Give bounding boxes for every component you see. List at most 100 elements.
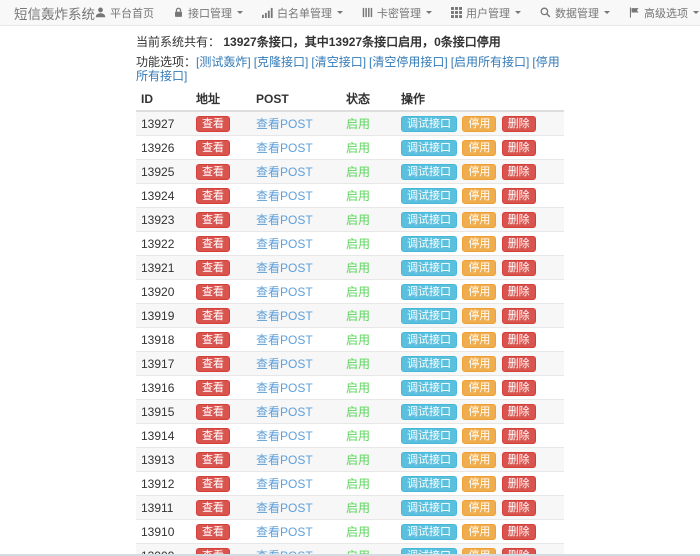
delete-button[interactable]: 删除 <box>502 116 536 132</box>
disable-button[interactable]: 停用 <box>462 476 496 492</box>
view-address-button[interactable]: 查看 <box>196 524 230 540</box>
delete-button[interactable]: 删除 <box>502 428 536 444</box>
view-address-button[interactable]: 查看 <box>196 380 230 396</box>
disable-button[interactable]: 停用 <box>462 212 496 228</box>
view-post-link[interactable]: 查看POST <box>256 237 313 251</box>
debug-api-button[interactable]: 调试接口 <box>401 500 457 516</box>
view-post-link[interactable]: 查看POST <box>256 405 313 419</box>
view-address-button[interactable]: 查看 <box>196 212 230 228</box>
test-bomb-link[interactable]: [测试轰炸] <box>196 55 251 69</box>
debug-api-button[interactable]: 调试接口 <box>401 260 457 276</box>
nav-item-api-management[interactable]: 接口管理 <box>173 5 243 21</box>
view-post-link[interactable]: 查看POST <box>256 525 313 539</box>
clone-api-link[interactable]: [克隆接口] <box>254 55 309 69</box>
debug-api-button[interactable]: 调试接口 <box>401 404 457 420</box>
view-address-button[interactable]: 查看 <box>196 116 230 132</box>
delete-button[interactable]: 删除 <box>502 140 536 156</box>
delete-button[interactable]: 删除 <box>502 188 536 204</box>
disable-button[interactable]: 停用 <box>462 116 496 132</box>
view-address-button[interactable]: 查看 <box>196 452 230 468</box>
view-post-link[interactable]: 查看POST <box>256 453 313 467</box>
delete-button[interactable]: 删除 <box>502 164 536 180</box>
nav-item-home[interactable]: 平台首页 <box>95 5 154 21</box>
debug-api-button[interactable]: 调试接口 <box>401 284 457 300</box>
debug-api-button[interactable]: 调试接口 <box>401 164 457 180</box>
nav-item-advanced-options[interactable]: 高级选项 <box>629 5 699 21</box>
view-post-link[interactable]: 查看POST <box>256 189 313 203</box>
delete-button[interactable]: 删除 <box>502 236 536 252</box>
view-post-link[interactable]: 查看POST <box>256 429 313 443</box>
disable-button[interactable]: 停用 <box>462 308 496 324</box>
disable-button[interactable]: 停用 <box>462 332 496 348</box>
view-post-link[interactable]: 查看POST <box>256 141 313 155</box>
view-post-link[interactable]: 查看POST <box>256 381 313 395</box>
delete-button[interactable]: 删除 <box>502 524 536 540</box>
nav-item-data-management[interactable]: 数据管理 <box>540 5 610 21</box>
delete-button[interactable]: 删除 <box>502 308 536 324</box>
disable-button[interactable]: 停用 <box>462 500 496 516</box>
disable-button[interactable]: 停用 <box>462 164 496 180</box>
view-address-button[interactable]: 查看 <box>196 500 230 516</box>
view-post-link[interactable]: 查看POST <box>256 333 313 347</box>
view-address-button[interactable]: 查看 <box>196 236 230 252</box>
delete-button[interactable]: 删除 <box>502 260 536 276</box>
disable-button[interactable]: 停用 <box>462 260 496 276</box>
view-address-button[interactable]: 查看 <box>196 476 230 492</box>
disable-button[interactable]: 停用 <box>462 524 496 540</box>
delete-button[interactable]: 删除 <box>502 332 536 348</box>
disable-button[interactable]: 停用 <box>462 284 496 300</box>
debug-api-button[interactable]: 调试接口 <box>401 212 457 228</box>
view-address-button[interactable]: 查看 <box>196 332 230 348</box>
disable-button[interactable]: 停用 <box>462 428 496 444</box>
debug-api-button[interactable]: 调试接口 <box>401 428 457 444</box>
disable-button[interactable]: 停用 <box>462 140 496 156</box>
view-address-button[interactable]: 查看 <box>196 188 230 204</box>
nav-item-user-management[interactable]: 用户管理 <box>451 5 521 21</box>
delete-button[interactable]: 删除 <box>502 476 536 492</box>
clear-api-link[interactable]: [清空接口] <box>311 55 366 69</box>
debug-api-button[interactable]: 调试接口 <box>401 452 457 468</box>
view-post-link[interactable]: 查看POST <box>256 501 313 515</box>
nav-item-card-key-management[interactable]: 卡密管理 <box>362 5 432 21</box>
delete-button[interactable]: 删除 <box>502 500 536 516</box>
delete-button[interactable]: 删除 <box>502 404 536 420</box>
debug-api-button[interactable]: 调试接口 <box>401 308 457 324</box>
delete-button[interactable]: 删除 <box>502 452 536 468</box>
nav-item-whitelist-management[interactable]: 白名单管理 <box>262 5 343 21</box>
disable-button[interactable]: 停用 <box>462 188 496 204</box>
enable-all-api-link[interactable]: [启用所有接口] <box>451 55 530 69</box>
view-address-button[interactable]: 查看 <box>196 260 230 276</box>
view-post-link[interactable]: 查看POST <box>256 477 313 491</box>
debug-api-button[interactable]: 调试接口 <box>401 524 457 540</box>
view-address-button[interactable]: 查看 <box>196 140 230 156</box>
view-address-button[interactable]: 查看 <box>196 428 230 444</box>
debug-api-button[interactable]: 调试接口 <box>401 476 457 492</box>
view-address-button[interactable]: 查看 <box>196 308 230 324</box>
brand-title[interactable]: 短信轰炸系统 <box>14 3 95 23</box>
delete-button[interactable]: 删除 <box>502 284 536 300</box>
debug-api-button[interactable]: 调试接口 <box>401 116 457 132</box>
view-post-link[interactable]: 查看POST <box>256 213 313 227</box>
view-post-link[interactable]: 查看POST <box>256 261 313 275</box>
debug-api-button[interactable]: 调试接口 <box>401 380 457 396</box>
debug-api-button[interactable]: 调试接口 <box>401 140 457 156</box>
view-post-link[interactable]: 查看POST <box>256 165 313 179</box>
view-post-link[interactable]: 查看POST <box>256 117 313 131</box>
disable-button[interactable]: 停用 <box>462 356 496 372</box>
clear-disabled-api-link[interactable]: [清空停用接口] <box>369 55 448 69</box>
disable-button[interactable]: 停用 <box>462 380 496 396</box>
delete-button[interactable]: 删除 <box>502 356 536 372</box>
view-post-link[interactable]: 查看POST <box>256 285 313 299</box>
delete-button[interactable]: 删除 <box>502 380 536 396</box>
view-post-link[interactable]: 查看POST <box>256 309 313 323</box>
debug-api-button[interactable]: 调试接口 <box>401 356 457 372</box>
debug-api-button[interactable]: 调试接口 <box>401 236 457 252</box>
view-address-button[interactable]: 查看 <box>196 284 230 300</box>
view-post-link[interactable]: 查看POST <box>256 357 313 371</box>
debug-api-button[interactable]: 调试接口 <box>401 332 457 348</box>
view-address-button[interactable]: 查看 <box>196 356 230 372</box>
debug-api-button[interactable]: 调试接口 <box>401 188 457 204</box>
disable-button[interactable]: 停用 <box>462 452 496 468</box>
view-address-button[interactable]: 查看 <box>196 164 230 180</box>
delete-button[interactable]: 删除 <box>502 212 536 228</box>
